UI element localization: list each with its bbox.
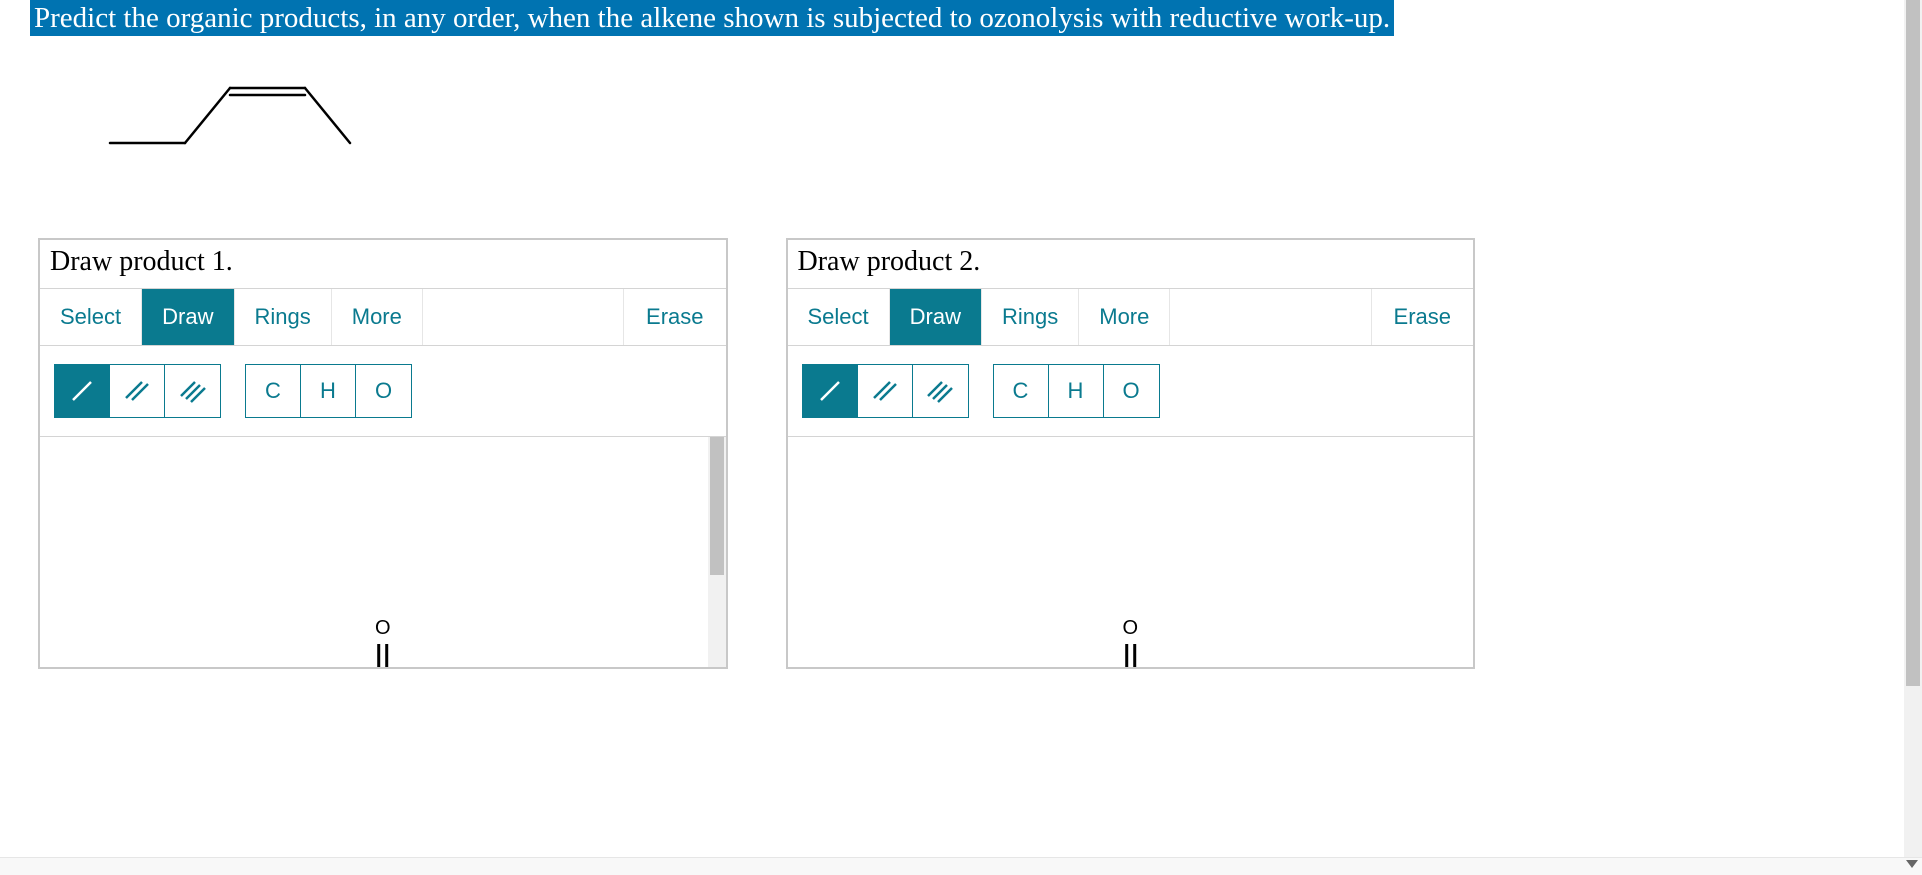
- tab-more[interactable]: More: [1079, 289, 1170, 345]
- panel-2-tabs: Select Draw Rings More Erase: [788, 288, 1474, 346]
- atom-c-tool[interactable]: C: [246, 365, 301, 417]
- oxygen-atom-label: O: [1122, 617, 1138, 640]
- atom-c-tool[interactable]: C: [994, 365, 1049, 417]
- atom-tool-group: C H O: [993, 364, 1160, 418]
- page-vertical-scrollbar[interactable]: [1904, 0, 1922, 857]
- oxygen-atom-label: O: [375, 617, 391, 640]
- tab-rings[interactable]: Rings: [982, 289, 1079, 345]
- page-horizontal-scrollbar[interactable]: [0, 857, 1922, 875]
- single-bond-tool[interactable]: [55, 365, 110, 417]
- tab-more[interactable]: More: [332, 289, 423, 345]
- question-text: Predict the organic products, in any ord…: [30, 0, 1394, 36]
- atom-o-tool[interactable]: O: [1104, 365, 1159, 417]
- tab-draw[interactable]: Draw: [890, 289, 982, 345]
- atom-h-tool[interactable]: H: [301, 365, 356, 417]
- triple-bond-tool[interactable]: [165, 365, 220, 417]
- tab-rings[interactable]: Rings: [235, 289, 332, 345]
- canvas-scrollbar-1[interactable]: [708, 437, 726, 667]
- panel-2-tools: C H O: [788, 346, 1474, 437]
- panel-2-title: Draw product 2.: [788, 240, 1474, 288]
- tab-spacer: [423, 289, 623, 345]
- double-bond-glyph: [377, 644, 388, 667]
- panel-1-tabs: Select Draw Rings More Erase: [40, 288, 726, 346]
- single-bond-tool[interactable]: [803, 365, 858, 417]
- atom-h-tool[interactable]: H: [1049, 365, 1104, 417]
- drawn-structure-1: O: [375, 617, 391, 667]
- tab-spacer: [1170, 289, 1370, 345]
- atom-tool-group: C H O: [245, 364, 412, 418]
- panel-1-tools: C H O: [40, 346, 726, 437]
- scroll-down-arrow-icon[interactable]: [1906, 860, 1918, 868]
- erase-button[interactable]: Erase: [1371, 289, 1473, 345]
- double-bond-tool[interactable]: [110, 365, 165, 417]
- double-bond-glyph: [1125, 644, 1136, 667]
- atom-o-tool[interactable]: O: [356, 365, 411, 417]
- tab-select[interactable]: Select: [788, 289, 890, 345]
- triple-bond-tool[interactable]: [913, 365, 968, 417]
- drawing-canvas-2[interactable]: O: [788, 437, 1474, 667]
- bond-tool-group: [54, 364, 221, 418]
- panel-1-title: Draw product 1.: [40, 240, 726, 288]
- reactant-structure: [90, 63, 1475, 183]
- drawn-structure-2: O: [1122, 617, 1138, 667]
- product-2-panel: Draw product 2. Select Draw Rings More E…: [786, 238, 1476, 669]
- erase-button[interactable]: Erase: [623, 289, 725, 345]
- double-bond-tool[interactable]: [858, 365, 913, 417]
- bond-tool-group: [802, 364, 969, 418]
- drawing-canvas-1[interactable]: O: [40, 437, 726, 667]
- product-1-panel: Draw product 1. Select Draw Rings More E…: [38, 238, 728, 669]
- tab-draw[interactable]: Draw: [142, 289, 234, 345]
- tab-select[interactable]: Select: [40, 289, 142, 345]
